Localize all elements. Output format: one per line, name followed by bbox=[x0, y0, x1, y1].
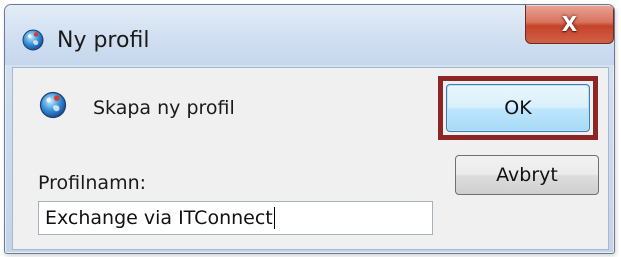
profile-name-value: Exchange via ITConnect bbox=[45, 207, 273, 229]
title-bar: Ny profil X bbox=[5, 5, 614, 65]
outlook-globe-icon bbox=[39, 91, 67, 119]
dialog-subtitle: Skapa ny profil bbox=[93, 97, 235, 119]
text-caret bbox=[273, 207, 275, 229]
ok-button-label: OK bbox=[504, 97, 532, 119]
profile-name-label: Profilnamn: bbox=[38, 172, 147, 194]
close-button[interactable]: X bbox=[525, 5, 614, 44]
profile-name-input[interactable]: Exchange via ITConnect bbox=[38, 201, 433, 235]
dialog-body: Skapa ny profil Profilnamn: Exchange via… bbox=[12, 67, 609, 250]
cancel-button[interactable]: Avbryt bbox=[455, 155, 599, 195]
outlook-globe-icon bbox=[22, 29, 44, 51]
close-icon: X bbox=[561, 12, 578, 36]
cancel-button-label: Avbryt bbox=[496, 164, 558, 186]
window-title: Ny profil bbox=[57, 28, 150, 53]
ok-button[interactable]: OK bbox=[446, 84, 590, 132]
new-profile-dialog: Ny profil X Skapa ny profil Profilnamn: … bbox=[4, 4, 615, 254]
